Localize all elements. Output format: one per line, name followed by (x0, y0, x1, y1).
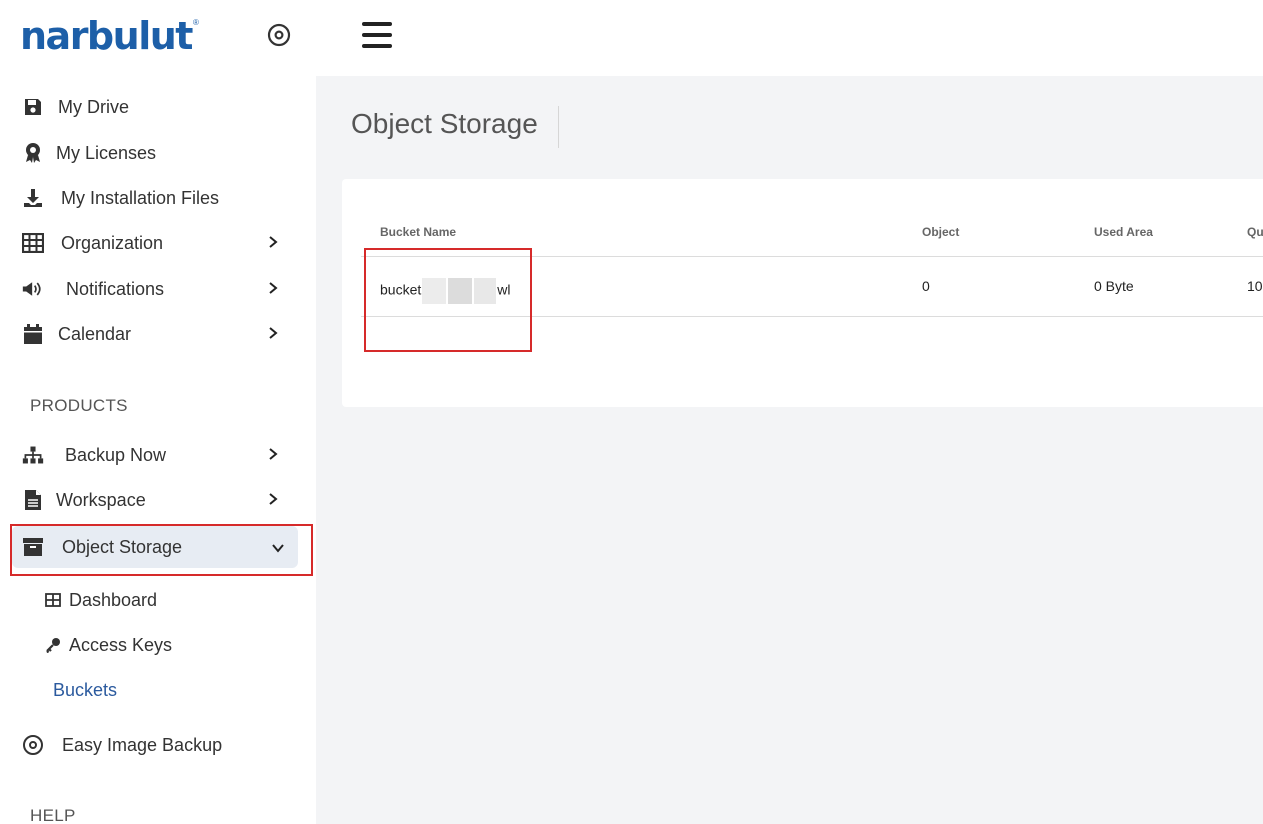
sidebar-subitem-label: Access Keys (69, 634, 173, 655)
quota-cell: 10 (1247, 278, 1263, 294)
sidebar-subitem-access-keys[interactable]: Access Keys (44, 628, 172, 662)
chevron-right-icon (266, 492, 280, 506)
document-icon (22, 489, 44, 511)
header-divider (361, 256, 1263, 257)
bucket-name-cell[interactable]: bucket wl (380, 278, 510, 304)
calendar-icon (22, 323, 44, 345)
sidebar-item-label: Backup Now (65, 444, 167, 465)
page-title: Object Storage (351, 108, 538, 139)
sidebar-subitem-buckets[interactable]: Buckets (53, 673, 117, 707)
bucket-name-suffix: wl (497, 281, 511, 298)
sidebar-item-workspace[interactable]: Workspace (12, 479, 298, 521)
sidebar: narbulut ® My Drive My Licenses My Insta… (0, 0, 316, 824)
help-section-title: HELP (30, 806, 76, 824)
sidebar-item-organization[interactable]: Organization (12, 222, 298, 264)
chevron-right-icon (266, 281, 280, 295)
disc-icon (22, 734, 44, 756)
sidebar-item-label: Object Storage (62, 536, 183, 557)
sidebar-subitem-label: Dashboard (69, 589, 158, 610)
sidebar-item-notifications[interactable]: Notifications (12, 268, 298, 310)
sidebar-item-easy-image-backup[interactable]: Easy Image Backup (12, 724, 298, 766)
hamburger-menu-icon[interactable] (362, 22, 392, 48)
archive-box-icon (22, 536, 44, 558)
settings-disc-icon[interactable] (266, 22, 292, 48)
sidebar-item-label: My Drive (58, 96, 129, 117)
redacted-block (448, 278, 473, 304)
top-bar (316, 0, 1263, 76)
award-icon (22, 142, 44, 164)
speaker-icon (22, 278, 44, 300)
column-header-object[interactable]: Object (922, 225, 959, 239)
sidebar-item-my-licenses[interactable]: My Licenses (12, 132, 298, 174)
chevron-down-icon (271, 541, 285, 555)
sidebar-item-label: Notifications (66, 278, 165, 299)
column-header-bucket-name[interactable]: Bucket Name (380, 225, 456, 239)
logo-text: narbulut (20, 14, 193, 58)
sidebar-subitem-dashboard[interactable]: Dashboard (44, 583, 157, 617)
floppy-disk-icon (22, 96, 44, 118)
chevron-right-icon (266, 235, 280, 249)
sidebar-subitem-label: Buckets (53, 679, 118, 700)
sidebar-item-calendar[interactable]: Calendar (12, 313, 298, 355)
column-header-quota[interactable]: Qu (1247, 225, 1263, 239)
download-icon (22, 187, 44, 209)
bucket-name-prefix: bucket (380, 281, 422, 298)
sidebar-item-label: My Licenses (56, 142, 157, 163)
products-section-title: PRODUCTS (30, 396, 128, 415)
title-divider (558, 106, 559, 148)
redacted-block (422, 278, 447, 304)
table-icon (44, 591, 62, 609)
sidebar-item-label: Calendar (58, 323, 132, 344)
grid-icon (22, 232, 44, 254)
key-icon (44, 636, 62, 654)
chevron-right-icon (266, 447, 280, 461)
used-area-cell: 0 Byte (1094, 278, 1134, 294)
sidebar-item-my-installation-files[interactable]: My Installation Files (12, 177, 298, 219)
chevron-right-icon (266, 326, 280, 340)
sidebar-item-label: Organization (61, 232, 164, 253)
registered-mark: ® (192, 18, 199, 27)
column-header-used-area[interactable]: Used Area (1094, 225, 1153, 239)
sidebar-item-backup-now[interactable]: Backup Now (12, 434, 298, 476)
sidebar-item-label: Easy Image Backup (62, 734, 223, 755)
sidebar-item-label: My Installation Files (61, 187, 220, 208)
narbulut-logo[interactable]: narbulut ® (20, 14, 199, 58)
sidebar-item-my-drive[interactable]: My Drive (12, 86, 298, 128)
sidebar-item-object-storage[interactable]: Object Storage (12, 526, 298, 568)
row-divider (361, 316, 1263, 317)
redacted-block (474, 278, 497, 304)
buckets-card: Bucket Name Object Used Area Qu bucket wl… (342, 179, 1263, 407)
object-count-cell: 0 (922, 278, 930, 294)
sidebar-item-label: Workspace (56, 489, 146, 510)
sitemap-icon (22, 444, 44, 466)
